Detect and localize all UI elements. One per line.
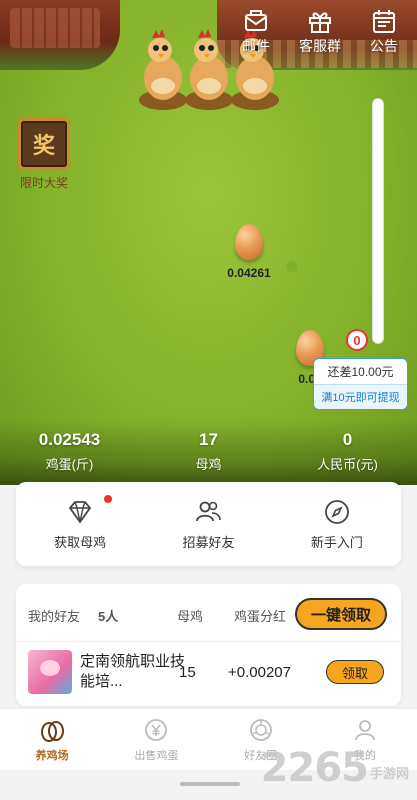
yuan-icon: [145, 719, 168, 741]
calendar-icon: [373, 10, 395, 33]
recruit-friends-button[interactable]: 招募好友: [182, 498, 235, 551]
egg-item[interactable]: 0.04261: [224, 224, 274, 280]
mail-label: 邮件: [242, 38, 270, 54]
beginner-guide-button[interactable]: 新手入门: [311, 498, 363, 551]
circle-icon: [249, 719, 272, 741]
notice-button[interactable]: 公告: [355, 8, 413, 56]
col-dividend-header: 鸡蛋分红: [234, 609, 287, 624]
stat-eggs: 0.02543 鸡蛋(斤): [0, 430, 139, 473]
gift-icon: [309, 12, 331, 33]
col-hens-header: 母鸡: [177, 609, 204, 624]
prize-icon: 奖: [18, 118, 70, 170]
friends-title: 我的好友: [28, 609, 81, 624]
friend-row: 定南领航职业技能培... 15 +0.00207 领取: [16, 642, 401, 704]
top-toolbar: 邮件 客服群 公告: [227, 8, 417, 56]
watermark-text: 手游网: [369, 767, 409, 782]
friends-card: 我的好友 5人 母鸡 鸡蛋分红 一键领取 定南领航职业技能培... 15 +0.…: [16, 584, 401, 706]
stat-eggs-label: 鸡蛋(斤): [45, 457, 94, 472]
withdraw-tip: 还差10.00元 满10元即可提现: [313, 358, 408, 410]
prize-icon-text: 奖: [32, 133, 55, 159]
recruit-friends-label: 招募好友: [182, 534, 235, 550]
mail-icon: [245, 10, 267, 31]
notice-label: 公告: [370, 38, 398, 54]
friends-header: 我的好友 5人 母鸡 鸡蛋分红 一键领取: [16, 584, 401, 642]
nav-farm-label: 养鸡场: [35, 750, 69, 762]
watermark-logo: 2265 手游网: [261, 748, 409, 788]
stat-rmb-value: 0: [342, 430, 353, 449]
farm-scene: 邮件 客服群 公告 奖 限时大奖 0.04261 0.04 0 还差10.00元…: [0, 0, 417, 485]
friends-icon: [196, 501, 222, 521]
stats-bar: 0.02543 鸡蛋(斤) 17 母鸡 0 人民币(元): [0, 430, 417, 473]
diamond-icon: [69, 500, 92, 524]
prize-label: 限时大奖: [19, 176, 68, 190]
barn-left: [0, 0, 120, 70]
tip-remaining: 还差10.00元: [314, 359, 407, 385]
get-hen-label: 获取母鸡: [54, 534, 107, 550]
egg-value: 0.04261: [227, 266, 271, 280]
hen-icon: [139, 29, 187, 110]
nav-farm[interactable]: 养鸡场: [0, 709, 104, 770]
service-group-label: 客服群: [299, 38, 341, 54]
limited-prize-button[interactable]: 奖 限时大奖: [16, 118, 72, 191]
stat-eggs-value: 0.02543: [38, 430, 101, 449]
user-icon: [354, 720, 375, 741]
friend-dividend: +0.00207: [228, 664, 291, 681]
nav-sell-eggs-label: 出售鸡蛋: [134, 750, 179, 762]
watermark-number: 2265: [260, 745, 369, 791]
egg-icon: [41, 721, 65, 742]
stat-hens: 17 母鸡: [139, 430, 278, 473]
notification-dot: [104, 494, 113, 503]
tip-threshold: 满10元即可提现: [314, 385, 407, 409]
service-group-button[interactable]: 客服群: [291, 8, 349, 56]
claim-all-button[interactable]: 一键领取: [295, 598, 387, 630]
stat-rmb-label: 人民币(元): [317, 457, 378, 472]
mail-button[interactable]: 邮件: [227, 8, 285, 56]
friend-hens: 15: [179, 664, 196, 681]
withdraw-progress-knob: 0: [346, 329, 368, 351]
friend-name: 定南领航职业技能培...: [80, 653, 186, 690]
get-hen-button[interactable]: 获取母鸡: [54, 494, 113, 551]
compass-icon: [324, 499, 349, 524]
nav-sell-eggs[interactable]: 出售鸡蛋: [104, 709, 208, 770]
avatar: [28, 650, 72, 694]
action-card: 获取母鸡 招募好友 新手入门: [16, 482, 401, 566]
egg-icon: [235, 224, 263, 260]
claim-button[interactable]: 领取: [326, 660, 384, 684]
friends-count: 5人: [98, 609, 119, 624]
withdraw-progress-track: [372, 98, 384, 344]
stat-hens-value: 17: [199, 430, 218, 449]
beginner-guide-label: 新手入门: [310, 534, 363, 550]
stat-hens-label: 母鸡: [195, 457, 222, 472]
stat-rmb: 0 人民币(元): [278, 430, 417, 473]
home-indicator[interactable]: [180, 782, 240, 786]
